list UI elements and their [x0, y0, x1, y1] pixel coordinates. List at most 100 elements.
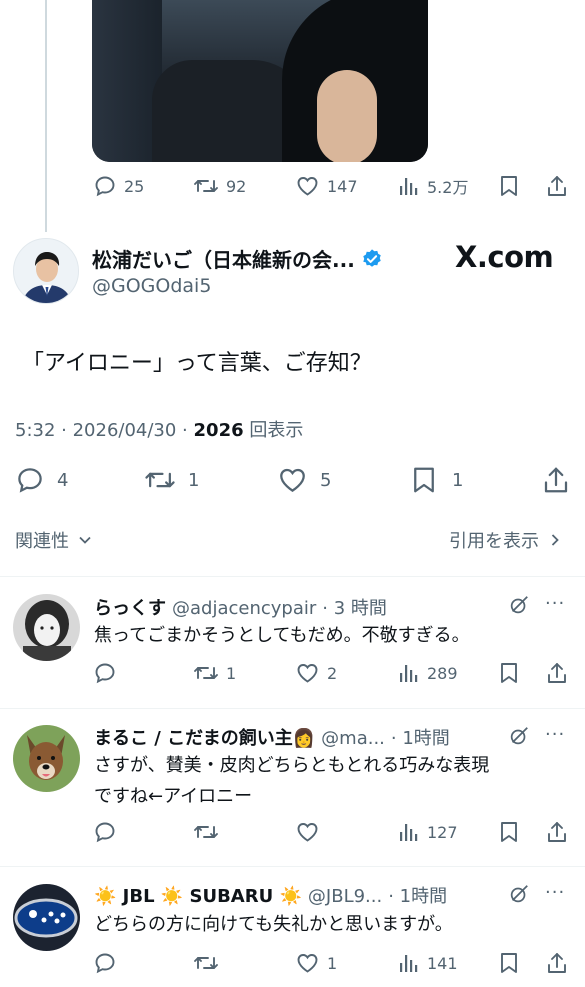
bookmark-count: 1: [452, 469, 464, 491]
chevron-right-icon: [551, 534, 559, 546]
reply-author-handle[interactable]: @JBL9...: [308, 886, 382, 907]
reply-button[interactable]: 4: [15, 465, 68, 495]
reply-button[interactable]: [93, 820, 117, 844]
share-button[interactable]: [545, 661, 569, 685]
grok-icon[interactable]: [508, 725, 530, 747]
view-count: 2026: [193, 420, 244, 441]
chevron-down-icon: [79, 536, 91, 544]
more-options-icon[interactable]: ···: [545, 593, 565, 614]
views-button[interactable]: 141: [398, 951, 458, 975]
views-count: 141: [427, 953, 458, 973]
bookmark-button[interactable]: [498, 951, 520, 975]
like-button[interactable]: 5: [277, 465, 331, 495]
grok-icon[interactable]: [508, 594, 530, 616]
like-button[interactable]: [295, 820, 327, 844]
view-count-label: 回表示: [249, 420, 304, 441]
reply-avatar-subaru-logo: [13, 884, 80, 951]
reply-button[interactable]: [93, 661, 117, 685]
views-button[interactable]: 289: [398, 661, 458, 685]
view-quotes-label: 引用を表示: [449, 531, 539, 552]
share-icon: [548, 822, 566, 842]
reply-button[interactable]: [93, 951, 117, 975]
reply-avatar[interactable]: [13, 594, 80, 661]
reply-text: 焦ってごまかそうとしてもだめ。不敬すぎる。: [94, 625, 470, 646]
reply-time[interactable]: · 1時間: [388, 882, 447, 908]
retweet-icon: [145, 472, 175, 488]
like-button[interactable]: 2: [295, 661, 337, 685]
x-com-watermark: X.com: [455, 240, 554, 274]
tweet-metadata: 5:32 · 2026/04/30 · 2026 回表示: [15, 416, 303, 442]
reply-time[interactable]: · 3 時間: [322, 594, 387, 620]
bookmark-button[interactable]: [498, 174, 520, 198]
retweet-button[interactable]: 92: [193, 174, 246, 198]
retweet-button[interactable]: 1: [193, 661, 236, 685]
reply-count: 4: [57, 469, 69, 491]
heart-icon: [280, 468, 305, 492]
views-bar-chart-icon: [400, 665, 418, 682]
reply-author-handle[interactable]: @ma...: [321, 728, 385, 749]
more-options-icon[interactable]: ···: [545, 882, 565, 903]
share-button[interactable]: [541, 465, 571, 495]
reply-author-name[interactable]: まるこ / こだまの飼い主👩: [94, 724, 315, 750]
reply-button[interactable]: 25: [93, 174, 144, 198]
reply-icon: [95, 953, 115, 974]
reply-text: どちらの方に向けても失礼かと思いますが。: [94, 914, 453, 935]
share-icon: [548, 663, 566, 683]
video-frame-figure: [317, 70, 377, 162]
bookmark-button[interactable]: [498, 820, 520, 844]
author-avatar[interactable]: [13, 238, 79, 304]
like-button[interactable]: 147: [295, 174, 358, 198]
heart-icon: [297, 664, 318, 683]
heart-icon: [297, 177, 318, 196]
video-player[interactable]: [92, 0, 428, 162]
reply-avatar[interactable]: [13, 884, 80, 951]
sort-relevance-label: 関連性: [15, 531, 69, 552]
reply-icon: [95, 176, 115, 197]
views-count: 289: [427, 663, 458, 683]
share-icon: [548, 176, 566, 196]
views-bar-chart-icon: [400, 955, 418, 972]
reply-avatar-dog: [13, 725, 80, 792]
reply-author-handle[interactable]: @adjacencypair: [172, 598, 316, 619]
retweet-icon: [194, 826, 218, 838]
like-button[interactable]: 1: [295, 951, 337, 975]
share-button[interactable]: [545, 820, 569, 844]
reply-header: らっくす @adjacencypair · 3 時間: [94, 594, 387, 620]
reply-avatar[interactable]: [13, 725, 80, 792]
view-quotes-link[interactable]: 引用を表示: [449, 527, 562, 553]
author-handle[interactable]: @GOGOdai5: [92, 275, 211, 297]
views-button[interactable]: 5.2万: [398, 174, 468, 198]
tweet-timestamp[interactable]: 5:32 · 2026/04/30 ·: [15, 420, 188, 441]
retweet-button[interactable]: [193, 951, 226, 975]
like-count: 147: [327, 176, 358, 196]
share-button[interactable]: [545, 174, 569, 198]
like-count: 1: [327, 953, 338, 973]
author-name[interactable]: 松浦だいご（日本維新の会...: [92, 244, 355, 273]
reply-avatar-portrait: [13, 594, 80, 661]
retweet-icon: [194, 667, 218, 679]
divider: [0, 866, 585, 867]
bookmark-icon: [501, 176, 517, 196]
sort-relevance-dropdown[interactable]: 関連性: [15, 527, 92, 553]
more-options-icon[interactable]: ···: [545, 724, 565, 745]
like-count: 2: [327, 663, 338, 683]
reply-header: まるこ / こだまの飼い主👩 @ma... · 1時間: [94, 724, 450, 750]
views-button[interactable]: 127: [398, 820, 458, 844]
reply-author-name[interactable]: ☀️ JBL ☀️ SUBARU ☀️: [94, 886, 302, 907]
share-icon: [548, 953, 566, 973]
retweet-button[interactable]: [193, 820, 226, 844]
reply-header: ☀️ JBL ☀️ SUBARU ☀️ @JBL9... · 1時間: [94, 882, 447, 908]
views-count: 5.2万: [427, 178, 469, 197]
reply-time[interactable]: · 1時間: [391, 724, 450, 750]
retweet-count: 1: [188, 469, 200, 491]
reply-author-name[interactable]: らっくす: [94, 594, 166, 620]
bookmark-button[interactable]: 1: [410, 465, 463, 495]
bookmark-button[interactable]: [498, 661, 520, 685]
retweet-count: 92: [226, 176, 247, 196]
reply-text-line: さすが、賛美・皮肉どちらともとれる巧みな表現: [94, 755, 490, 776]
divider: [0, 576, 585, 577]
retweet-icon: [194, 180, 218, 192]
retweet-button[interactable]: 1: [144, 465, 199, 495]
grok-icon[interactable]: [508, 883, 530, 905]
share-button[interactable]: [545, 951, 569, 975]
